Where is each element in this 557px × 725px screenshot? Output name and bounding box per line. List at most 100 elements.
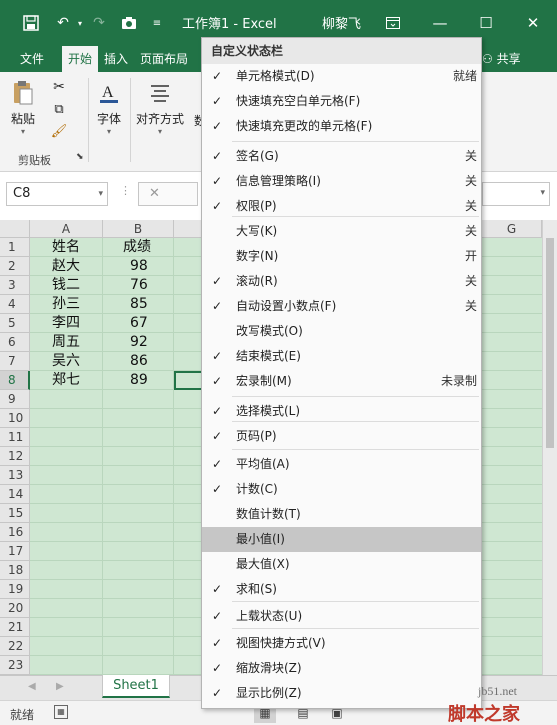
row-header[interactable]: 5 [0,314,30,333]
row-header[interactable]: 9 [0,390,30,409]
undo-icon[interactable]: ↶ [52,12,74,34]
menu-item[interactable]: ✓ 页码(P) [202,424,481,449]
row-header[interactable]: 20 [0,599,30,618]
menu-item[interactable]: ✓ 视图快捷方式(V) [202,631,481,656]
cancel-icon[interactable]: ✕ [149,186,160,201]
cell-name[interactable]: 李四 [52,314,80,333]
save-icon[interactable] [20,12,42,34]
menu-item[interactable]: ✓ 缩放滑块(Z) [202,656,481,681]
maximize-icon[interactable]: ☐ [471,10,501,36]
menu-item[interactable]: ✓ 计数(C) [202,477,481,502]
expand-formula-icon[interactable]: ▾ [540,188,545,198]
row-header[interactable]: 6 [0,333,30,352]
menu-item[interactable]: ✓ 信息管理策略(I) 关 [202,169,481,194]
format-painter-button[interactable]: 🖌 [50,122,68,140]
dialog-launcher-icon[interactable]: ⬊ [76,152,84,162]
close-icon[interactable]: ✕ [518,10,548,36]
menu-item[interactable]: ✓ 求和(S) [202,577,481,602]
alignment-button[interactable]: 对齐方式 ▾ [136,80,184,136]
cell-score[interactable]: 76 [130,276,148,295]
cell-name[interactable]: 孙三 [52,295,80,314]
cell-score[interactable]: 89 [130,371,148,390]
menu-item[interactable]: ✓ 结束模式(E) [202,344,481,369]
menu-item[interactable]: ✓ 平均值(A) [202,452,481,477]
macro-record-icon[interactable]: ▦ [54,705,68,719]
camera-icon[interactable] [118,12,140,34]
row-header[interactable]: 16 [0,523,30,542]
menu-item[interactable]: 改写模式(O) [202,319,481,344]
menu-item[interactable]: ✓ 自动设置小数点(F) 关 [202,294,481,319]
row-header[interactable]: 10 [0,409,30,428]
row-header[interactable]: 7 [0,352,30,371]
menu-item[interactable]: ✓ 宏录制(M) 未录制 [202,369,481,394]
menu-item[interactable]: 最小值(I) [202,527,481,552]
row-header[interactable]: 4 [0,295,30,314]
select-all-corner[interactable] [0,220,30,238]
row-header[interactable]: 1 [0,238,30,257]
paste-button[interactable]: 粘贴 ▾ [10,80,36,136]
row-header[interactable]: 22 [0,637,30,656]
menu-item[interactable]: ✓ 显示比例(Z) [202,681,481,706]
customize-qat-icon[interactable]: ≡ [150,12,164,34]
row-header[interactable]: 3 [0,276,30,295]
share-button[interactable]: ⚇ 共享 [482,49,521,69]
cell-score[interactable]: 85 [130,295,148,314]
cell-score[interactable]: 92 [130,333,148,352]
cell-name[interactable]: 赵大 [52,257,80,276]
cell-score[interactable]: 98 [130,257,148,276]
cell-name[interactable]: 周五 [52,333,80,352]
row-header[interactable]: 13 [0,466,30,485]
vertical-scrollbar[interactable] [542,220,557,675]
menu-item[interactable]: ✓ 上载状态(U) [202,604,481,629]
cell-score[interactable]: 67 [130,314,148,333]
menu-item[interactable]: 数字(N) 开 [202,244,481,269]
cell-name[interactable]: 吴六 [52,352,80,371]
row-header[interactable]: 11 [0,428,30,447]
menu-item[interactable]: ✓ 快速填充空白单元格(F) [202,89,481,114]
menu-item[interactable]: ✓ 快速填充更改的单元格(F) [202,114,481,139]
row-header[interactable]: 18 [0,561,30,580]
menu-item[interactable]: 大写(K) 关 [202,219,481,244]
row-header[interactable]: 17 [0,542,30,561]
sheet-next-icon[interactable]: ▶ [56,681,64,692]
row-header[interactable]: 21 [0,618,30,637]
tab-file[interactable]: 文件 [14,46,50,72]
font-button[interactable]: A 字体 ▾ [96,80,122,136]
cell-a1[interactable]: 姓名 [52,238,80,257]
chevron-down-icon[interactable]: ▾ [98,183,103,205]
row-header[interactable]: 14 [0,485,30,504]
row-header[interactable]: 23 [0,656,30,675]
cell-name[interactable]: 钱二 [52,276,80,295]
minimize-icon[interactable]: — [425,10,455,36]
row-header[interactable]: 8 [0,371,30,390]
menu-item[interactable]: ✓ 签名(G) 关 [202,144,481,169]
formula-input[interactable]: ▾ [482,182,550,206]
row-header[interactable]: 15 [0,504,30,523]
row-header[interactable]: 2 [0,257,30,276]
undo-dropdown-icon[interactable]: ▾ [74,12,86,34]
paste-dropdown-icon[interactable]: ▾ [21,127,25,136]
drag-handle-icon[interactable]: ⋮ [120,184,131,197]
copy-button[interactable]: ⧉ [50,100,68,118]
cut-button[interactable]: ✂ [50,78,68,96]
tab-home[interactable]: 开始 [62,46,99,72]
cell-score[interactable]: 86 [130,352,148,371]
menu-item[interactable]: ✓ 滚动(R) 关 [202,269,481,294]
scrollbar-thumb[interactable] [546,238,554,448]
name-box[interactable]: C8 ▾ [6,182,108,206]
sheet-tab-sheet1[interactable]: Sheet1 [102,675,170,698]
user-name[interactable]: 柳黎飞 [322,13,361,32]
tab-insert[interactable]: 插入 [98,46,134,72]
menu-item[interactable]: ✓ 单元格模式(D) 就绪 [202,64,481,89]
column-header-g[interactable]: G [482,220,542,238]
row-header[interactable]: 19 [0,580,30,599]
column-header-b[interactable]: B [103,220,174,238]
sheet-prev-icon[interactable]: ◀ [28,681,36,692]
menu-item[interactable]: ✓ 权限(P) 关 [202,194,481,219]
column-header-a[interactable]: A [30,220,103,238]
cell-b1[interactable]: 成绩 [123,238,151,257]
tab-page-layout[interactable]: 页面布局 [134,46,194,72]
menu-item[interactable]: 数值计数(T) [202,502,481,527]
ribbon-display-icon[interactable] [378,10,408,36]
redo-icon[interactable]: ↷ [88,12,110,34]
